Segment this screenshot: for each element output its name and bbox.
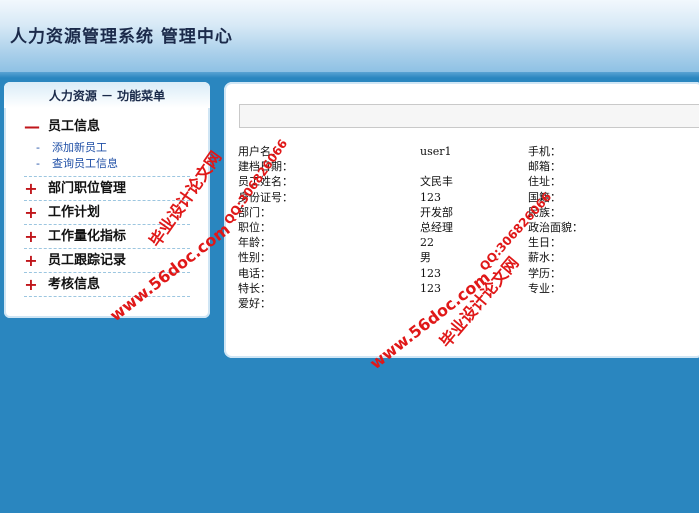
submenu-item-add-employee[interactable]: - 添加新员工 xyxy=(24,140,190,156)
field-label: 电话： xyxy=(238,267,271,280)
field-label: 爱好： xyxy=(238,297,271,310)
search-input[interactable] xyxy=(239,104,699,128)
menu-label: 工作量化指标 xyxy=(48,229,127,244)
dash-icon: - xyxy=(36,157,40,170)
sidebar-menu: 人力资源 － 功能菜单 — 员工信息 - 添加新员工 - 查询员工信息 + 部门… xyxy=(4,82,210,318)
dash-icon: - xyxy=(36,141,40,154)
field-label: 生日： xyxy=(528,236,561,249)
expand-icon: + xyxy=(24,251,38,270)
field-value: user1 xyxy=(420,145,452,158)
menu-group-assessment: + 考核信息 xyxy=(24,273,190,297)
submenu-label: 查询员工信息 xyxy=(52,157,118,170)
menu-item-employee-info[interactable]: — 员工信息 xyxy=(24,115,190,138)
menu-label: 工作计划 xyxy=(48,205,101,220)
content-panel xyxy=(224,82,699,358)
submenu-item-query-employee[interactable]: - 查询员工信息 xyxy=(24,156,190,172)
field-label: 特长： xyxy=(238,282,271,295)
header-bar: 人力资源管理系统 管理中心 xyxy=(0,0,699,72)
field-value: 开发部 xyxy=(420,206,453,219)
field-label: 邮箱： xyxy=(528,160,561,173)
menu-item-quant-index[interactable]: + 工作量化指标 xyxy=(24,225,190,248)
submenu-label: 添加新员工 xyxy=(52,141,107,154)
menu-group-employee-info: — 员工信息 - 添加新员工 - 查询员工信息 xyxy=(24,115,190,177)
expand-icon: + xyxy=(24,275,38,294)
field-value: 文民丰 xyxy=(420,175,453,188)
field-value: 男 xyxy=(420,251,431,264)
field-label: 学历： xyxy=(528,267,561,280)
field-label: 员工姓名： xyxy=(238,175,293,188)
field-label: 职位： xyxy=(238,221,271,234)
field-label: 专业： xyxy=(528,282,561,295)
menu-item-assessment[interactable]: + 考核信息 xyxy=(24,273,190,296)
field-label: 用户名： xyxy=(238,145,282,158)
header-divider xyxy=(0,72,699,78)
expand-icon: + xyxy=(24,203,38,222)
field-label: 部门： xyxy=(238,206,271,219)
menu-label: 考核信息 xyxy=(48,277,101,292)
field-value: 123 xyxy=(420,267,441,280)
field-value: 123 xyxy=(420,282,441,295)
app-title: 人力资源管理系统 管理中心 xyxy=(10,27,233,47)
menu-item-tracking[interactable]: + 员工跟踪记录 xyxy=(24,249,190,272)
field-label: 住址： xyxy=(528,175,561,188)
field-label: 民族： xyxy=(528,206,561,219)
menu-group-dept-position: + 部门职位管理 xyxy=(24,177,190,201)
menu-item-dept-position[interactable]: + 部门职位管理 xyxy=(24,177,190,200)
field-value: 总经理 xyxy=(420,221,453,234)
menu-group-tracking: + 员工跟踪记录 xyxy=(24,249,190,273)
field-label: 性别： xyxy=(238,251,271,264)
field-label: 建档日期： xyxy=(238,160,293,173)
menu-label: 员工跟踪记录 xyxy=(48,253,127,268)
sidebar-title: 人力资源 － 功能菜单 xyxy=(4,82,210,108)
field-label: 国籍： xyxy=(528,191,561,204)
menu-label: 部门职位管理 xyxy=(48,181,127,196)
field-label: 薪水： xyxy=(528,251,561,264)
field-label: 政治面貌： xyxy=(528,221,583,234)
field-label: 手机： xyxy=(528,145,561,158)
field-value: 22 xyxy=(420,236,434,249)
field-value: 123 xyxy=(420,191,441,204)
menu-label: 员工信息 xyxy=(48,119,101,134)
menu-item-work-plan[interactable]: + 工作计划 xyxy=(24,201,190,224)
menu-group-work-plan: + 工作计划 xyxy=(24,201,190,225)
collapse-icon: — xyxy=(24,117,40,136)
field-label: 身份证号： xyxy=(238,191,293,204)
menu-group-quant-index: + 工作量化指标 xyxy=(24,225,190,249)
expand-icon: + xyxy=(24,227,38,246)
field-label: 年龄： xyxy=(238,236,271,249)
expand-icon: + xyxy=(24,179,38,198)
